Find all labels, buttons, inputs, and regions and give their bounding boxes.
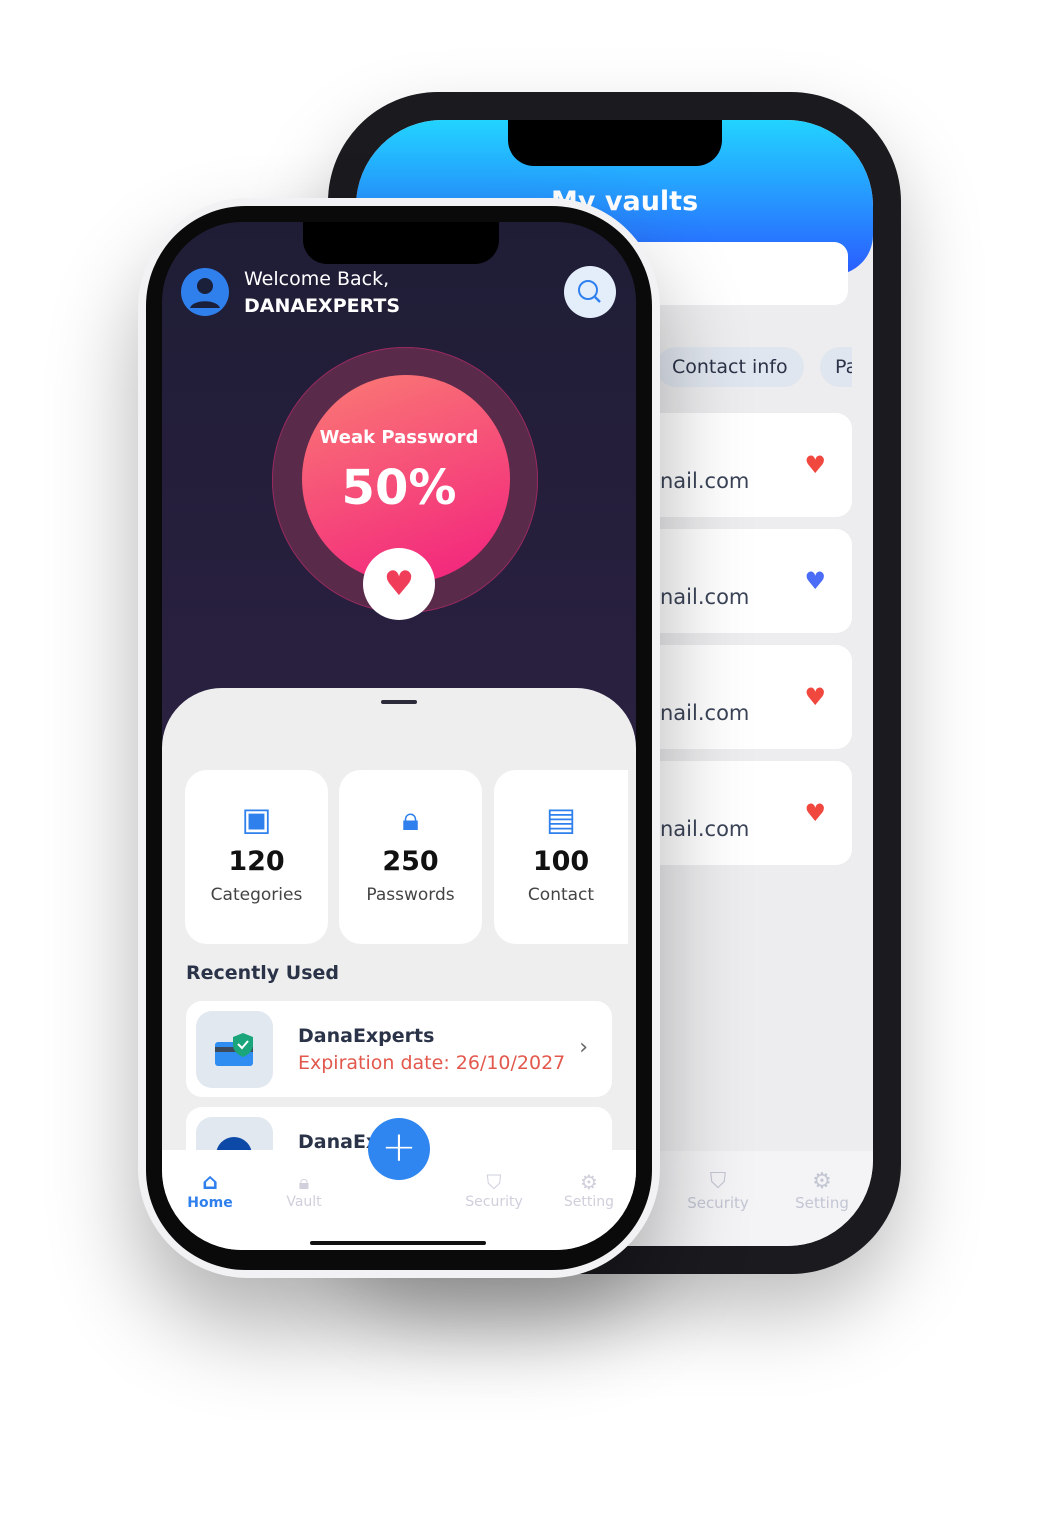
heart-icon[interactable]: ♥ (804, 683, 826, 711)
contact-book-icon: ▤ (545, 800, 577, 838)
list-item[interactable]: DanaExperts Expiration date: 26/10/2027 … (186, 1001, 612, 1097)
lock-icon: 🔒︎ (298, 1170, 310, 1194)
card-email: nail.com (660, 817, 750, 841)
username: DANAEXPERTS (244, 295, 401, 317)
stat-value: 120 (228, 846, 285, 877)
add-button[interactable]: + (368, 1118, 430, 1180)
nav-vault[interactable]: 🔒︎ Vault (264, 1170, 344, 1210)
stat-label: Categories (210, 885, 303, 905)
search-button[interactable] (564, 266, 616, 318)
front-phone: Welcome Back, DANAEXPERTS Weak Password … (138, 198, 660, 1278)
stat-categories[interactable]: ▣ 120 Categories (185, 770, 328, 944)
plus-icon: + (381, 1122, 417, 1171)
chip-contact-info[interactable]: Contact info (656, 347, 804, 387)
card-email: nail.com (660, 701, 750, 725)
nav-home[interactable]: ⌂ Home (170, 1170, 250, 1211)
chevron-right-icon: › (579, 1035, 588, 1060)
nav-setting[interactable]: ⚙ Setting (782, 1169, 862, 1212)
item-name: DanaExperts (298, 1025, 435, 1047)
stat-value: 100 (532, 846, 590, 877)
home-screen: Welcome Back, DANAEXPERTS Weak Password … (162, 222, 636, 1250)
chip-partial[interactable]: Pa (820, 347, 852, 387)
home-icon: ⌂ (202, 1170, 218, 1195)
nav-label: Security (687, 1194, 749, 1212)
lock-icon: 🔒︎ (401, 800, 420, 838)
nav-security[interactable]: ⛉ Security (454, 1170, 534, 1210)
gauge-label: Weak Password (319, 427, 479, 448)
heart-pulse-icon[interactable]: ♥ (363, 548, 435, 620)
home-indicator (310, 1241, 486, 1245)
grid-icon: ▣ (241, 800, 272, 838)
section-title: Recently Used (186, 962, 340, 984)
nav-label: Security (465, 1194, 523, 1210)
gauge-value: 50% (341, 460, 457, 516)
search-icon (578, 280, 601, 303)
stat-label: Contact (527, 885, 595, 905)
card-shield-icon (196, 1011, 273, 1088)
stat-passwords[interactable]: 🔒︎ 250 Passwords (339, 770, 482, 944)
card-email: nail.com (660, 469, 750, 493)
gear-icon: ⚙ (580, 1170, 598, 1194)
gear-icon: ⚙ (812, 1169, 832, 1194)
stat-label: Passwords (366, 885, 455, 905)
card-email: nail.com (660, 585, 750, 609)
nav-setting[interactable]: ⚙ Setting (549, 1170, 629, 1210)
sheet-handle[interactable] (381, 700, 417, 704)
nav-label: Vault (286, 1194, 322, 1210)
welcome-text: Welcome Back, (244, 268, 390, 290)
nav-label: Home (187, 1195, 233, 1211)
nav-security[interactable]: ⛉ Security (678, 1169, 758, 1212)
shield-icon: ⛉ (486, 1170, 502, 1194)
stat-contact[interactable]: ▤ 100 Contact (494, 770, 628, 944)
heart-icon[interactable]: ♥ (804, 451, 826, 479)
item-expiration: Expiration date: 26/10/2027 (298, 1052, 566, 1074)
notch (508, 120, 722, 166)
nav-label: Setting (795, 1194, 849, 1212)
heart-icon[interactable]: ♥ (804, 799, 826, 827)
avatar[interactable] (181, 268, 229, 316)
nav-label: Setting (563, 1194, 615, 1210)
shield-icon: ⛉ (709, 1169, 727, 1194)
notch (303, 222, 499, 264)
heart-icon[interactable]: ♥ (804, 567, 826, 595)
stat-value: 250 (382, 846, 439, 877)
